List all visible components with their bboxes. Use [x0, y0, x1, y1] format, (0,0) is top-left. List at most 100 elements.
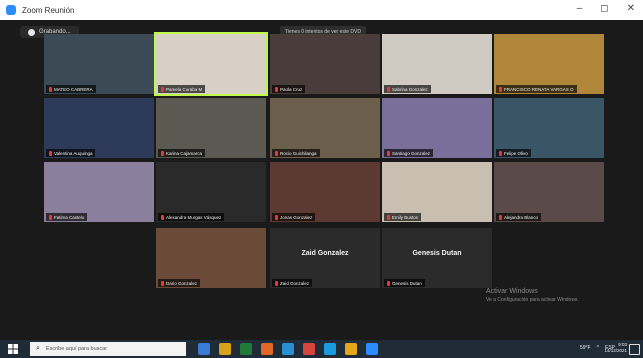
mic-muted-icon	[387, 86, 390, 92]
participant-name: Emily Bustos	[392, 214, 419, 220]
participant-name-label: Pamela Curaba M	[158, 85, 206, 93]
window-title: Zoom Reunión	[22, 5, 75, 15]
participant-tile[interactable]: Emily Bustos	[382, 162, 492, 222]
participant-display-name: Genesis Dutan	[412, 250, 462, 257]
participant-tile[interactable]: Genesis Dutan Genesis Dutan	[382, 228, 492, 288]
taskbar-app-icon[interactable]	[282, 343, 294, 355]
participant-name: Dario Gonzalez	[166, 280, 198, 286]
participant-name-label: Emily Bustos	[384, 213, 422, 221]
mic-muted-icon	[499, 214, 502, 220]
participant-tile[interactable]: Alejandra Blanco	[494, 162, 604, 222]
participant-name-label: Paola Cruz	[272, 85, 306, 93]
participant-tile[interactable]: FRANCISCO RENATA VARGAS O	[494, 34, 604, 94]
participant-name: Jonas Gonzalez	[280, 214, 313, 220]
participant-name: MATEO CABRERA	[54, 86, 93, 92]
taskbar-app-icon[interactable]	[261, 343, 273, 355]
participant-tile[interactable]: Rocio Guichilanga	[270, 98, 380, 158]
taskbar-app-icon[interactable]	[198, 343, 210, 355]
participant-tile[interactable]: Santiago Gonzalez	[382, 98, 492, 158]
participant-name: Alexandra Murgas Vásquez	[166, 214, 222, 220]
participant-name-label: Alejandra Blanco	[496, 213, 542, 221]
mic-muted-icon	[387, 150, 390, 156]
participant-name-label: Karina Cajamarca	[158, 149, 206, 157]
start-button[interactable]	[0, 340, 26, 358]
participant-tile[interactable]: Jonas Gonzalez	[270, 162, 380, 222]
mic-muted-icon	[275, 214, 278, 220]
taskbar-apps	[198, 343, 378, 355]
participant-tile[interactable]: Dario Gonzalez	[156, 228, 266, 288]
taskbar-app-icon[interactable]	[324, 343, 336, 355]
participant-name: Santiago Gonzalez	[392, 150, 431, 156]
weather-text[interactable]: 59°F	[580, 345, 591, 351]
chevron-up-icon[interactable]: ^	[597, 345, 599, 351]
taskbar-app-icon[interactable]	[219, 343, 231, 355]
mic-muted-icon	[161, 214, 164, 220]
taskbar-app-icon[interactable]	[303, 343, 315, 355]
notification-icon[interactable]	[629, 344, 640, 355]
minimize-button[interactable]: –	[577, 3, 583, 14]
participant-name-label: Fatima Castelo	[46, 213, 88, 221]
mic-muted-icon	[387, 280, 390, 286]
participant-name: Felipe Olivo	[504, 150, 528, 156]
participant-name: Karina Cajamarca	[166, 150, 203, 156]
close-button[interactable]: ✕	[627, 3, 635, 14]
record-icon	[28, 28, 35, 36]
participant-name: Valentina Auquinga	[54, 150, 93, 156]
participant-name-label: FRANCISCO RENATA VARGAS O	[496, 85, 577, 93]
mic-muted-icon	[161, 150, 164, 156]
participant-name-label: Valentina Auquinga	[46, 149, 96, 157]
windows-taskbar: ⌕ Escribe aquí para buscar 59°F ^ ESP 9:…	[0, 340, 643, 358]
participant-tile[interactable]: Felipe Olivo	[494, 98, 604, 158]
participant-name-label: Rocio Guichilanga	[272, 149, 320, 157]
participant-name-label: Dario Gonzalez	[158, 279, 201, 287]
participant-tile[interactable]: Paola Cruz	[270, 34, 380, 94]
participant-display-name: Zaid Gonzalez	[301, 250, 349, 257]
search-icon: ⌕	[36, 345, 40, 352]
mic-muted-icon	[49, 150, 52, 156]
mic-muted-icon	[275, 150, 278, 156]
participant-name: Rocio Guichilanga	[280, 150, 317, 156]
participant-name: Zaid Gonzalez	[280, 280, 310, 286]
participant-tile[interactable]: Zaid Gonzalez Zaid Gonzalez	[270, 228, 380, 288]
maximize-button[interactable]: ◻	[600, 3, 608, 14]
participant-tile[interactable]: Fatima Castelo	[44, 162, 154, 222]
participant-tile[interactable]: Valentina Auquinga	[44, 98, 154, 158]
participant-name-label: Sabrina Gonzalez	[384, 85, 431, 93]
participant-name-label: Genesis Dutan	[384, 279, 425, 287]
watermark-subtitle: Ve a Configuración para activar Windows.	[486, 297, 579, 303]
mic-muted-icon	[275, 86, 278, 92]
taskbar-app-icon[interactable]	[366, 343, 378, 355]
participant-tile[interactable]: Alexandra Murgas Vásquez	[156, 162, 266, 222]
window-titlebar: Zoom Reunión – ◻ ✕	[0, 0, 643, 20]
windows-logo-icon	[8, 344, 18, 354]
taskbar-app-icon[interactable]	[345, 343, 357, 355]
participant-name-label: Jonas Gonzalez	[272, 213, 316, 221]
mic-muted-icon	[49, 214, 52, 220]
window-controls: – ◻ ✕	[577, 3, 635, 14]
mic-muted-icon	[49, 86, 52, 92]
mic-muted-icon	[499, 150, 502, 156]
participant-tile[interactable]: Pamela Curaba M	[154, 32, 268, 96]
participant-name-label: Felipe Olivo	[496, 149, 531, 157]
mic-muted-icon	[499, 86, 502, 92]
participant-name-label: Alexandra Murgas Vásquez	[158, 213, 225, 221]
activate-windows-watermark: Activar Windows Ve a Configuración para …	[486, 288, 579, 303]
mic-muted-icon	[161, 280, 164, 286]
taskbar-search-input[interactable]: ⌕ Escribe aquí para buscar	[30, 342, 186, 356]
participant-tile[interactable]: MATEO CABRERA	[44, 34, 154, 94]
watermark-title: Activar Windows	[486, 288, 538, 295]
zoom-logo-icon	[6, 5, 16, 15]
participant-tile[interactable]: Sabrina Gonzalez	[382, 34, 492, 94]
participant-name-label: MATEO CABRERA	[46, 85, 96, 93]
participant-name: FRANCISCO RENATA VARGAS O	[504, 86, 574, 92]
participant-name-label: Santiago Gonzalez	[384, 149, 434, 157]
taskbar-app-icon[interactable]	[240, 343, 252, 355]
clock-date: 14/12/2021	[604, 348, 627, 353]
mic-muted-icon	[161, 86, 164, 92]
participant-name: Genesis Dutan	[392, 280, 422, 286]
participant-tile[interactable]: Karina Cajamarca	[156, 98, 266, 158]
mic-muted-icon	[387, 214, 390, 220]
participant-name: Alejandra Blanco	[504, 214, 539, 220]
mic-muted-icon	[275, 280, 278, 286]
taskbar-clock[interactable]: 9:03 14/12/2021	[604, 342, 627, 354]
